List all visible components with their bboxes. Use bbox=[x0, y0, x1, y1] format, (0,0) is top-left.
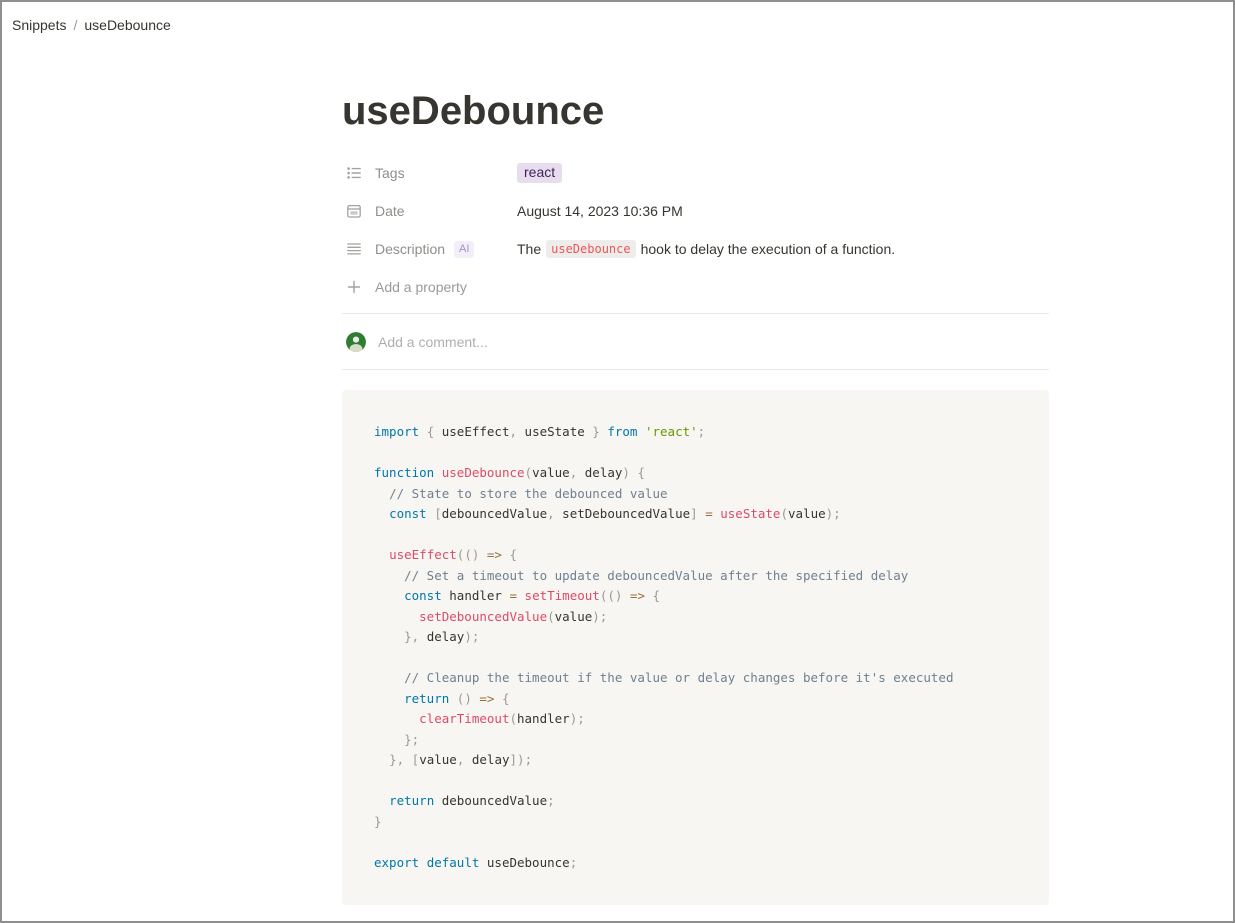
property-value-tags[interactable]: react bbox=[517, 163, 562, 183]
code-line bbox=[374, 525, 1017, 546]
code-line bbox=[374, 648, 1017, 669]
code-line bbox=[374, 443, 1017, 464]
code-line bbox=[374, 771, 1017, 792]
property-label-description[interactable]: Description AI bbox=[346, 241, 517, 258]
calendar-icon bbox=[346, 203, 362, 219]
bulleted-list-icon bbox=[346, 165, 362, 181]
ai-badge: AI bbox=[454, 241, 474, 258]
breadcrumb-separator: / bbox=[66, 15, 84, 35]
add-property-row: Add a property bbox=[342, 268, 1049, 306]
breadcrumb-item-snippets[interactable]: Snippets bbox=[12, 15, 66, 35]
page: { "breadcrumb": { "items": [ { "label": … bbox=[0, 0, 1235, 923]
property-label-date[interactable]: Date bbox=[346, 203, 517, 219]
page-content: useDebounce Tags bbox=[342, 87, 1049, 905]
code-line: export default useDebounce; bbox=[374, 853, 1017, 874]
divider bbox=[342, 369, 1049, 370]
property-name: Tags bbox=[375, 165, 405, 181]
description-text-before: The bbox=[517, 241, 541, 257]
description-text-after: hook to delay the execution of a functio… bbox=[641, 241, 896, 257]
code-block[interactable]: import { useEffect, useState } from 'rea… bbox=[342, 390, 1049, 905]
property-row-tags: Tags react bbox=[342, 154, 1049, 192]
code-line: clearTimeout(handler); bbox=[374, 709, 1017, 730]
comment-input[interactable]: Add a comment... bbox=[378, 334, 488, 350]
code-line: const handler = setTimeout(() => { bbox=[374, 586, 1017, 607]
tag-react[interactable]: react bbox=[517, 163, 562, 183]
code-line: setDebouncedValue(value); bbox=[374, 607, 1017, 628]
property-name: Description bbox=[375, 241, 445, 257]
add-property-button[interactable]: Add a property bbox=[346, 279, 517, 295]
code-line: // Set a timeout to update debouncedValu… bbox=[374, 566, 1017, 587]
code-line bbox=[374, 832, 1017, 853]
property-name: Date bbox=[375, 203, 405, 219]
code-line: return debouncedValue; bbox=[374, 791, 1017, 812]
code-line: function useDebounce(value, delay) { bbox=[374, 463, 1017, 484]
code-content: import { useEffect, useState } from 'rea… bbox=[374, 422, 1017, 873]
plus-icon bbox=[346, 279, 362, 295]
code-line: // Cleanup the timeout if the value or d… bbox=[374, 668, 1017, 689]
property-label-tags[interactable]: Tags bbox=[346, 165, 517, 181]
code-line: // State to store the debounced value bbox=[374, 484, 1017, 505]
avatar bbox=[346, 332, 366, 352]
add-property-label: Add a property bbox=[375, 279, 467, 295]
page-title[interactable]: useDebounce bbox=[342, 87, 1049, 135]
property-row-description: Description AI The useDebounce hook to d… bbox=[342, 230, 1049, 268]
date-value: August 14, 2023 10:36 PM bbox=[517, 203, 683, 219]
property-value-description[interactable]: The useDebounce hook to delay the execut… bbox=[517, 240, 895, 258]
code-line: useEffect(() => { bbox=[374, 545, 1017, 566]
code-line: return () => { bbox=[374, 689, 1017, 710]
code-line: }; bbox=[374, 730, 1017, 751]
code-line: const [debouncedValue, setDebouncedValue… bbox=[374, 504, 1017, 525]
user-avatar-icon bbox=[346, 332, 366, 352]
code-line: }, [value, delay]); bbox=[374, 750, 1017, 771]
code-line: import { useEffect, useState } from 'rea… bbox=[374, 422, 1017, 443]
breadcrumb: Snippets / useDebounce bbox=[2, 2, 1233, 35]
breadcrumb-item-usedebounce[interactable]: useDebounce bbox=[84, 15, 170, 35]
code-line: } bbox=[374, 812, 1017, 833]
text-lines-icon bbox=[346, 241, 362, 257]
property-value-date[interactable]: August 14, 2023 10:36 PM bbox=[517, 203, 683, 219]
code-line: }, delay); bbox=[374, 627, 1017, 648]
property-row-date: Date August 14, 2023 10:36 PM bbox=[342, 192, 1049, 230]
comment-row: Add a comment... bbox=[342, 314, 1049, 369]
description-inline-code: useDebounce bbox=[546, 240, 635, 258]
properties-panel: Tags react Date August 14, 2023 10:36 PM bbox=[342, 154, 1049, 306]
